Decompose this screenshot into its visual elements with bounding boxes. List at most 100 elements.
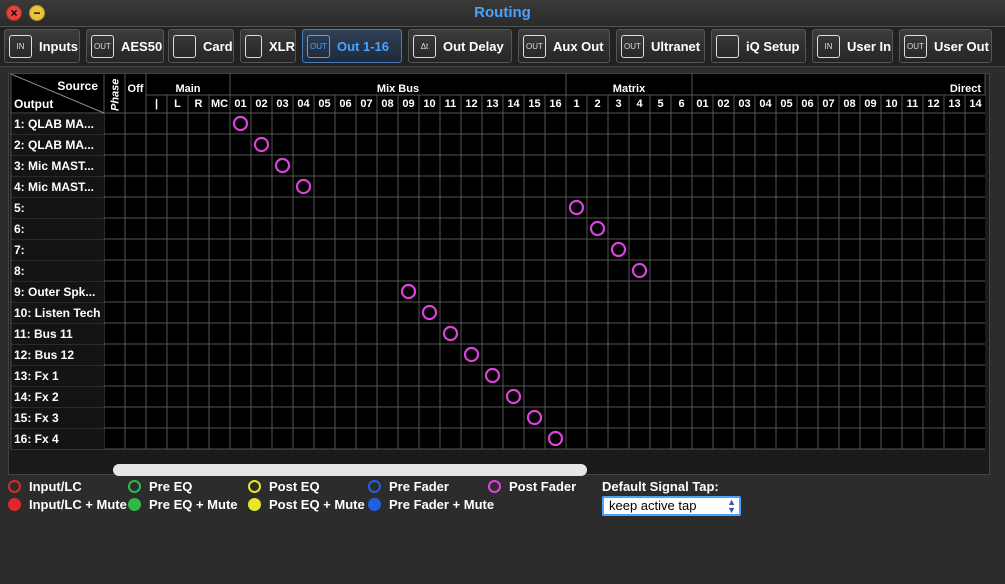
column-header: 04 bbox=[759, 98, 772, 110]
ring-icon bbox=[368, 480, 381, 493]
legend-item: Pre EQ + Mute bbox=[128, 497, 238, 512]
group-header: Direct bbox=[950, 83, 982, 95]
legend-label: Pre Fader + Mute bbox=[389, 497, 495, 512]
tab-ultranet[interactable]: OUT Ultranet bbox=[616, 29, 705, 63]
tab-aux-out[interactable]: OUT Aux Out bbox=[518, 29, 610, 63]
legend-item: Input/LC + Mute bbox=[8, 497, 127, 512]
io-out-icon: OUT bbox=[307, 34, 330, 58]
column-header: 15 bbox=[528, 98, 540, 110]
tab-label: Card bbox=[203, 38, 233, 54]
column-header: 07 bbox=[822, 98, 834, 110]
legend-item: Pre Fader bbox=[368, 479, 449, 494]
corner-source-label: Source bbox=[57, 79, 98, 93]
column-header: 13 bbox=[486, 98, 498, 110]
legend-item: Input/LC bbox=[8, 479, 82, 494]
card-icon bbox=[173, 34, 196, 58]
tab-user-in[interactable]: IN User In bbox=[812, 29, 893, 63]
column-header: 10 bbox=[885, 98, 897, 110]
ring-icon bbox=[248, 480, 261, 493]
column-header: 14 bbox=[507, 98, 520, 110]
row-label: 1: QLAB MA... bbox=[14, 117, 94, 131]
filled-circle-icon bbox=[368, 498, 381, 511]
legend-item: Post EQ bbox=[248, 479, 320, 494]
io-in-icon: IN bbox=[9, 34, 32, 58]
column-header: 5 bbox=[657, 98, 663, 110]
column-header: 05 bbox=[780, 98, 792, 110]
tab-out-1-16[interactable]: OUT Out 1-16 bbox=[302, 29, 402, 63]
column-header: 4 bbox=[636, 98, 643, 110]
phase-header: Phase bbox=[110, 79, 122, 111]
column-header: 09 bbox=[402, 98, 414, 110]
default-signal-tap-select[interactable]: keep active tap ▲ ▼ bbox=[602, 496, 741, 516]
row-label: 12: Bus 12 bbox=[14, 348, 74, 362]
default-signal-tap-label: Default Signal Tap: bbox=[602, 479, 719, 494]
legend-item: Pre EQ bbox=[128, 479, 192, 494]
io-out-icon: OUT bbox=[621, 34, 644, 58]
column-header: 10 bbox=[423, 98, 435, 110]
tab-label: Out Delay bbox=[443, 38, 504, 54]
row-label: 13: Fx 1 bbox=[14, 369, 59, 383]
tab-iq-setup[interactable]: iQ Setup bbox=[711, 29, 806, 63]
tab-label: Out 1-16 bbox=[337, 38, 390, 54]
column-header: 07 bbox=[360, 98, 372, 110]
row-label: 3: Mic MAST... bbox=[14, 159, 94, 173]
legend-item: Post EQ + Mute bbox=[248, 497, 365, 512]
off-header: Off bbox=[128, 83, 144, 95]
io-in-icon: IN bbox=[817, 34, 840, 58]
row-label: 16: Fx 4 bbox=[14, 432, 59, 446]
tab-card[interactable]: Card bbox=[168, 29, 234, 63]
column-header: | bbox=[155, 98, 158, 110]
io-out-icon: OUT bbox=[523, 34, 546, 58]
iq-icon bbox=[716, 34, 739, 58]
column-header: 01 bbox=[696, 98, 708, 110]
legend-item: Pre Fader + Mute bbox=[368, 497, 494, 512]
row-label: 8: bbox=[14, 264, 25, 278]
row-label: 11: Bus 11 bbox=[14, 327, 73, 341]
column-header: 11 bbox=[445, 98, 457, 110]
column-header: 02 bbox=[255, 98, 267, 110]
column-header: 09 bbox=[864, 98, 876, 110]
routing-grid[interactable]: | L R MCMain01 02 03 04 05 06 07 08 09 10 11 12 13 14 15 1… bbox=[9, 74, 989, 462]
tab-inputs[interactable]: IN Inputs bbox=[4, 29, 80, 63]
column-header: 05 bbox=[318, 98, 330, 110]
column-header: 06 bbox=[339, 98, 351, 110]
tab-label: User Out bbox=[934, 38, 989, 54]
row-label-bg bbox=[12, 240, 104, 260]
tab-aes50[interactable]: OUT AES50 bbox=[86, 29, 164, 63]
column-header: 12 bbox=[927, 98, 939, 110]
column-header: 06 bbox=[801, 98, 813, 110]
column-header: 2 bbox=[594, 98, 600, 110]
tab-bar: IN Inputs OUT AES50 Card XLR OUT Out 1-16 Δt Out … bbox=[0, 27, 1005, 66]
tab-user-out[interactable]: OUT User Out bbox=[899, 29, 992, 63]
column-header: 12 bbox=[465, 98, 477, 110]
column-header: 01 bbox=[234, 98, 246, 110]
legend-label: Input/LC + Mute bbox=[29, 497, 127, 512]
column-header: 03 bbox=[738, 98, 750, 110]
tab-out-delay[interactable]: Δt Out Delay bbox=[408, 29, 512, 63]
legend-label: Pre EQ + Mute bbox=[149, 497, 238, 512]
filled-circle-icon bbox=[128, 498, 141, 511]
row-label: 9: Outer Spk... bbox=[14, 285, 95, 299]
column-header: 6 bbox=[678, 98, 684, 110]
title-bar: × − Routing bbox=[0, 0, 1005, 27]
routing-grid-frame: | L R MC Main 01 02 03 04 05 06 07 08 09 10 11 12 13 14 15 1… bbox=[8, 73, 990, 476]
select-arrows-icon: ▲ ▼ bbox=[727, 497, 736, 515]
column-header: 13 bbox=[948, 98, 960, 110]
tab-label: iQ Setup bbox=[746, 38, 800, 54]
column-header: 16 bbox=[549, 98, 561, 110]
group-header: Mix Bus bbox=[377, 83, 419, 95]
column-header: 03 bbox=[276, 98, 288, 110]
window-title: Routing bbox=[474, 4, 531, 21]
tab-xlr[interactable]: XLR bbox=[240, 29, 296, 63]
tab-label: User In bbox=[847, 38, 892, 54]
row-label: 4: Mic MAST... bbox=[14, 180, 94, 194]
legend-label: Input/LC bbox=[29, 479, 82, 494]
ring-icon bbox=[8, 480, 21, 493]
legend-label: Pre EQ bbox=[149, 479, 193, 494]
row-label: 2: QLAB MA... bbox=[14, 138, 94, 152]
row-label: 5: bbox=[14, 201, 25, 215]
signal-tap-legend: Input/LC Pre EQ Post EQ Pre Fader Post Fader… bbox=[0, 475, 1005, 535]
legend-label: Post EQ bbox=[269, 479, 320, 494]
group-header: Main bbox=[175, 83, 200, 95]
column-header: 1 bbox=[573, 98, 579, 110]
